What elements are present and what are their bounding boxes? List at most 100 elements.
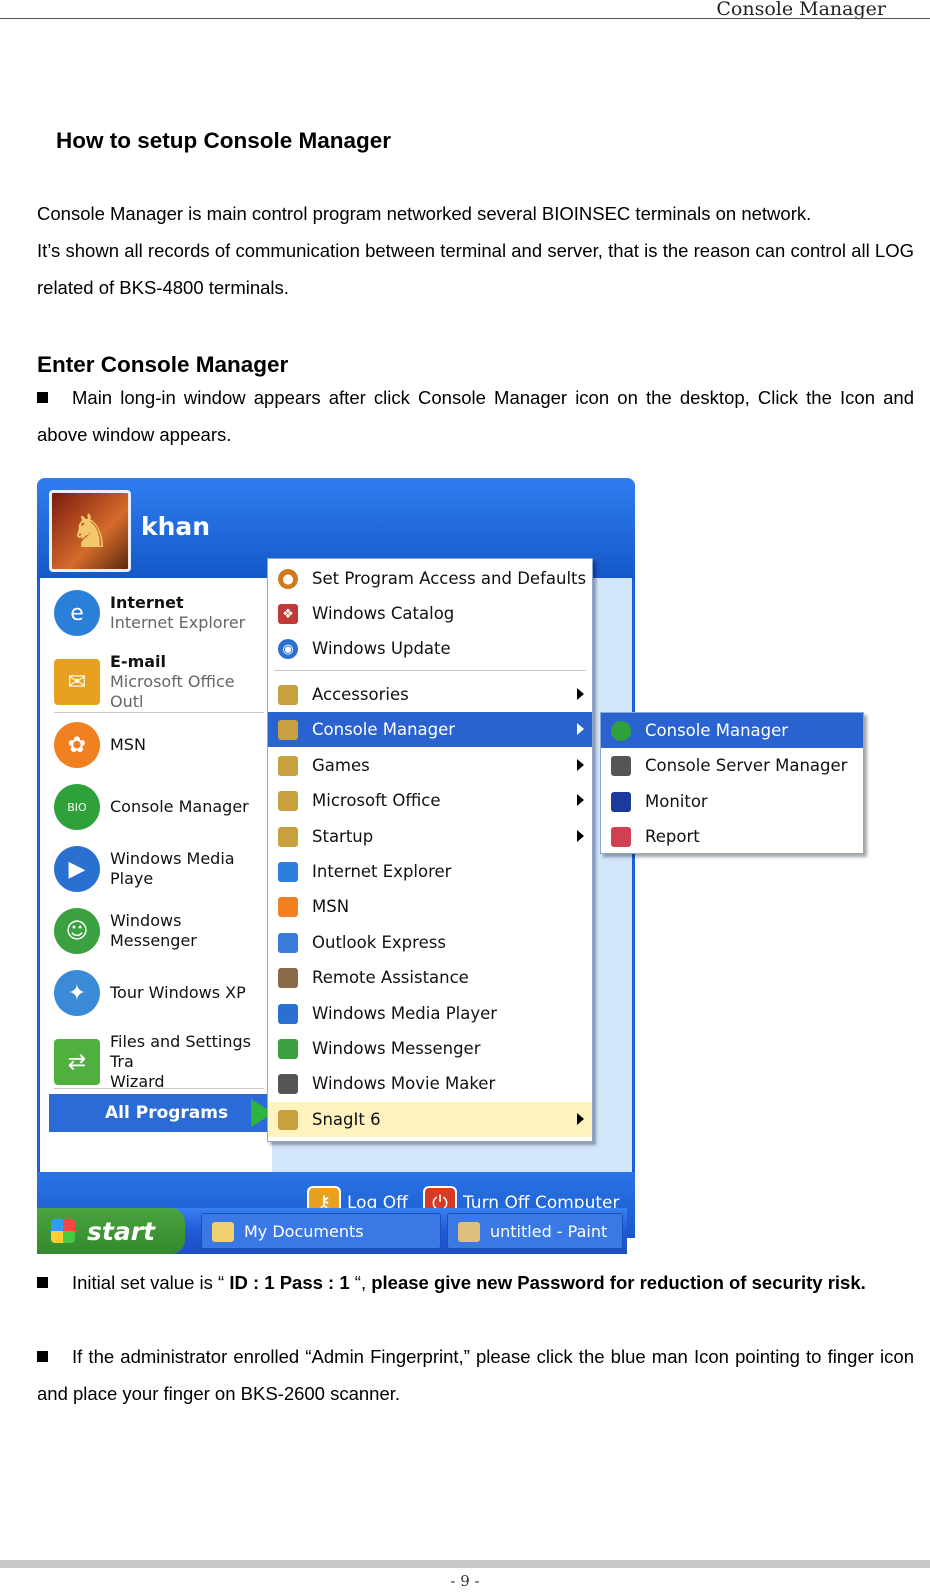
console-manager-icon: [611, 721, 631, 741]
taskbar: start My Documents untitled - Paint: [37, 1208, 627, 1254]
monitor-icon: [611, 791, 631, 812]
menu-item-label: Windows Messenger: [312, 1039, 481, 1058]
messenger-icon: ☺: [54, 908, 100, 954]
pinned-separator: [54, 712, 264, 713]
bullet-square-icon: [37, 392, 48, 403]
intro-line-2: It’s shown all records of communication …: [37, 240, 914, 298]
folder-icon: [278, 755, 298, 776]
recent-transfer-wizard[interactable]: ⇄ Files and Settings Tra Wizard: [54, 1032, 272, 1092]
taskbar-my-documents[interactable]: My Documents: [201, 1213, 441, 1249]
menu-item-windows-catalog[interactable]: ❖ Windows Catalog: [268, 596, 592, 631]
server-manager-icon: [611, 756, 631, 777]
section-title: Enter Console Manager: [37, 352, 289, 377]
menu-item-internet-explorer[interactable]: Internet Explorer: [268, 854, 592, 889]
tour-icon: ✦: [54, 970, 100, 1016]
submenu-arrow-icon: [577, 758, 584, 771]
menu-item-startup[interactable]: Startup: [268, 819, 592, 854]
windows-flag-icon: [51, 1219, 75, 1243]
bio-console-icon: BIO: [54, 784, 100, 830]
messenger-icon: [278, 1039, 298, 1059]
all-programs-menu: ● Set Program Access and Defaults ❖ Wind…: [267, 558, 593, 1142]
menu-item-outlook-express[interactable]: Outlook Express: [268, 925, 592, 960]
menu-item-accessories[interactable]: Accessories: [268, 677, 592, 712]
all-programs-button[interactable]: All Programs: [49, 1094, 273, 1132]
bullet-fingerprint-text: If the administrator enrolled “Admin Fin…: [37, 1346, 914, 1404]
folder-icon: [278, 826, 298, 847]
menu-item-microsoft-office[interactable]: Microsoft Office: [268, 783, 592, 818]
menu-item-label: Games: [312, 755, 370, 775]
pinned-internet[interactable]: e Internet Internet Explorer: [54, 590, 245, 636]
submenu-item-console-manager[interactable]: Console Manager: [601, 713, 863, 748]
recent-msn[interactable]: ✿ MSN: [54, 722, 146, 768]
submenu-item-label: Console Server Manager: [645, 756, 848, 776]
page-number: - 9 -: [450, 1572, 480, 1590]
transfer-wizard-icon: ⇄: [54, 1039, 100, 1085]
recent-media-label: Windows Media Playe: [110, 849, 235, 888]
internet-explorer-icon: e: [54, 590, 100, 636]
pinned-email[interactable]: ✉ E-mail Microsoft Office Outl: [54, 652, 272, 712]
recent-console-manager[interactable]: BIO Console Manager: [54, 784, 249, 830]
internet-explorer-icon: [278, 862, 298, 882]
submenu-item-label: Report: [645, 827, 700, 847]
menu-item-label: MSN: [312, 897, 350, 917]
submenu-item-monitor[interactable]: Monitor: [601, 784, 863, 819]
bullet-initial-value: Initial set value is “ ID : 1 Pass : 1 “…: [37, 1264, 914, 1301]
menu-item-label: Remote Assistance: [312, 968, 469, 988]
msn-butterfly-icon: ✿: [54, 722, 100, 768]
menu-item-label: Microsoft Office: [312, 791, 441, 811]
menu-item-windows-messenger[interactable]: Windows Messenger: [268, 1031, 592, 1066]
taskbar-paint[interactable]: untitled - Paint: [447, 1213, 623, 1249]
menu-item-label: Startup: [312, 826, 374, 846]
start-menu-screenshot: ♞ khan e Internet Internet Explorer ✉ E-m…: [37, 478, 885, 1275]
menu-item-label: Windows Catalog: [312, 604, 455, 623]
media-player-icon: ▶: [54, 846, 100, 892]
menu-item-windows-update[interactable]: ◉ Windows Update: [268, 631, 592, 666]
chess-pieces-icon: ♞: [69, 504, 111, 558]
paint-icon: [458, 1222, 480, 1242]
bullet-square-icon: [37, 1351, 48, 1362]
bullet-initial-mid: “,: [349, 1272, 372, 1293]
movie-maker-icon: [278, 1074, 298, 1095]
menu-item-console-manager[interactable]: Console Manager: [268, 712, 592, 748]
user-name: khan: [141, 512, 211, 541]
submenu-arrow-icon: [577, 794, 584, 807]
pinned-email-subtitle: Microsoft Office Outl: [110, 672, 235, 711]
recent-tour[interactable]: ✦ Tour Windows XP: [54, 970, 246, 1016]
start-menu-left-column: e Internet Internet Explorer ✉ E-mail Micr…: [40, 578, 272, 1172]
menu-item-label: Console Manager: [312, 720, 456, 740]
recent-wizard-label: Files and Settings Tra: [110, 1032, 252, 1071]
recent-media-player[interactable]: ▶ Windows Media Playe: [54, 846, 272, 892]
taskbar-button-label: My Documents: [244, 1221, 364, 1241]
menu-item-program-access[interactable]: ● Set Program Access and Defaults: [268, 561, 592, 596]
user-avatar[interactable]: ♞: [49, 490, 131, 572]
start-button[interactable]: start: [37, 1208, 185, 1254]
menu-item-remote-assistance[interactable]: Remote Assistance: [268, 960, 592, 995]
recent-msn-label: MSN: [110, 735, 146, 754]
menu-item-windows-media-player[interactable]: Windows Media Player: [268, 996, 592, 1031]
running-header: Console Manager: [716, 0, 886, 20]
menu-item-snagit-6[interactable]: SnagIt 6: [268, 1101, 592, 1137]
submenu-item-report[interactable]: Report: [601, 819, 863, 854]
menu-item-games[interactable]: Games: [268, 748, 592, 783]
catalog-icon: ❖: [278, 604, 298, 624]
submenu-arrow-icon: [577, 1112, 584, 1125]
password-advice: please give new Password for reduction o…: [371, 1272, 866, 1293]
program-access-icon: ●: [278, 569, 298, 589]
pinned-internet-title: Internet: [110, 593, 184, 612]
menu-item-windows-movie-maker[interactable]: Windows Movie Maker: [268, 1066, 592, 1101]
menu-item-label: Internet Explorer: [312, 862, 452, 881]
recent-messenger[interactable]: ☺ Windows Messenger: [54, 908, 272, 954]
folder-icon: [278, 791, 298, 812]
menu-item-label: Windows Media Player: [312, 1003, 498, 1023]
menu-item-label: Accessories: [312, 685, 409, 704]
start-label: start: [87, 1216, 155, 1246]
submenu-item-console-server-manager[interactable]: Console Server Manager: [601, 748, 863, 783]
menu-item-msn[interactable]: MSN: [268, 889, 592, 924]
recent-tour-label: Tour Windows XP: [110, 983, 246, 1002]
menu-item-label: Windows Update: [312, 639, 451, 658]
bullet-initial-prefix: Initial set value is “: [72, 1272, 230, 1293]
initial-credentials: ID : 1 Pass : 1: [229, 1272, 350, 1293]
menu-item-label: SnagIt 6: [312, 1109, 381, 1129]
folder-icon: [278, 685, 298, 705]
intro-line-1: Console Manager is main control program …: [37, 203, 812, 224]
